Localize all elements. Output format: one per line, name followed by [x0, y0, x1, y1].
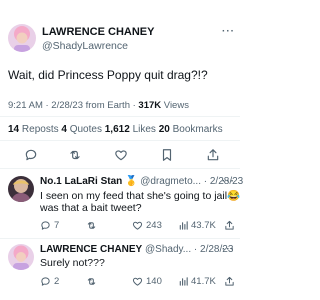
- reply-avatar[interactable]: [8, 244, 34, 270]
- more-icon[interactable]: ···: [222, 26, 235, 37]
- reply-text-line: Surely not???: [40, 257, 105, 269]
- reply-header: No.1 LaLaRi Stan 🥇 @dragmeto... · 2/28/2…: [40, 176, 243, 187]
- reposts-count[interactable]: 14: [8, 124, 19, 135]
- views-count: 41.7K: [191, 276, 216, 287]
- heart-icon[interactable]: [132, 276, 143, 287]
- author-avatar[interactable]: [8, 24, 36, 52]
- heart-icon[interactable]: [114, 148, 128, 162]
- bookmarks-count[interactable]: 20: [159, 124, 170, 135]
- more-icon[interactable]: ···: [222, 244, 235, 255]
- views-count: 43.7K: [191, 220, 216, 231]
- share-icon[interactable]: [224, 276, 235, 287]
- repost-icon[interactable]: [68, 148, 82, 162]
- reposts-label[interactable]: Reposts: [22, 124, 59, 135]
- reply-text-line: I seen on my feed that she's going to ja…: [40, 190, 241, 202]
- repost-icon[interactable]: [86, 220, 97, 231]
- repost-icon[interactable]: [86, 276, 97, 287]
- reply-icon[interactable]: [24, 148, 38, 162]
- share-icon[interactable]: [224, 220, 235, 231]
- views-icon[interactable]: [178, 276, 189, 287]
- quotes-count[interactable]: 4: [61, 124, 67, 135]
- divider: [0, 238, 240, 239]
- engagement-stats: 14 Reposts 4 Quotes 1,612 Likes 20 Bookm…: [8, 124, 223, 135]
- bookmark-icon[interactable]: [160, 148, 174, 162]
- reply-icon[interactable]: [40, 220, 51, 231]
- reply-icon[interactable]: [40, 276, 51, 287]
- reply-author-handle[interactable]: @dragmeto...: [140, 176, 201, 187]
- reply-text-line: was that a bait tweet?: [40, 202, 142, 214]
- reply-author-name[interactable]: LAWRENCE CHANEY: [40, 244, 142, 255]
- share-icon[interactable]: [206, 148, 220, 162]
- reply-author-handle[interactable]: @Shady...: [145, 244, 191, 255]
- author-handle[interactable]: @ShadyLawrence: [42, 40, 128, 52]
- reply-count: 2: [54, 276, 60, 287]
- reply-author-name[interactable]: No.1 LaLaRi Stan 🥇: [40, 176, 137, 187]
- heart-icon[interactable]: [132, 220, 143, 231]
- reply-avatar[interactable]: [8, 176, 34, 202]
- tweet-text: Wait, did Princess Poppy quit drag?!?: [8, 68, 208, 82]
- reply-count: 7: [54, 220, 60, 231]
- views-icon[interactable]: [178, 220, 189, 231]
- divider: [0, 168, 240, 169]
- divider: [0, 140, 240, 141]
- tweet-meta: 9:21 AM · 2/28/23 from Earth · 317K View…: [8, 100, 189, 111]
- divider: [0, 116, 240, 117]
- like-count: 243: [146, 220, 162, 231]
- author-name[interactable]: LAWRENCE CHANEY: [42, 26, 154, 38]
- more-icon[interactable]: ···: [222, 176, 235, 187]
- views-label: Views: [161, 100, 189, 111]
- likes-label[interactable]: Likes: [133, 124, 156, 135]
- tweet-timestamp: 9:21 AM · 2/28/23 from Earth ·: [8, 100, 139, 111]
- bookmarks-label[interactable]: Bookmarks: [173, 124, 223, 135]
- reply-header: LAWRENCE CHANEY @Shady... · 2/28/23: [40, 244, 233, 255]
- likes-count[interactable]: 1,612: [105, 124, 130, 135]
- like-count: 140: [146, 276, 162, 287]
- quotes-label[interactable]: Quotes: [70, 124, 102, 135]
- views-count: 317K: [138, 100, 162, 111]
